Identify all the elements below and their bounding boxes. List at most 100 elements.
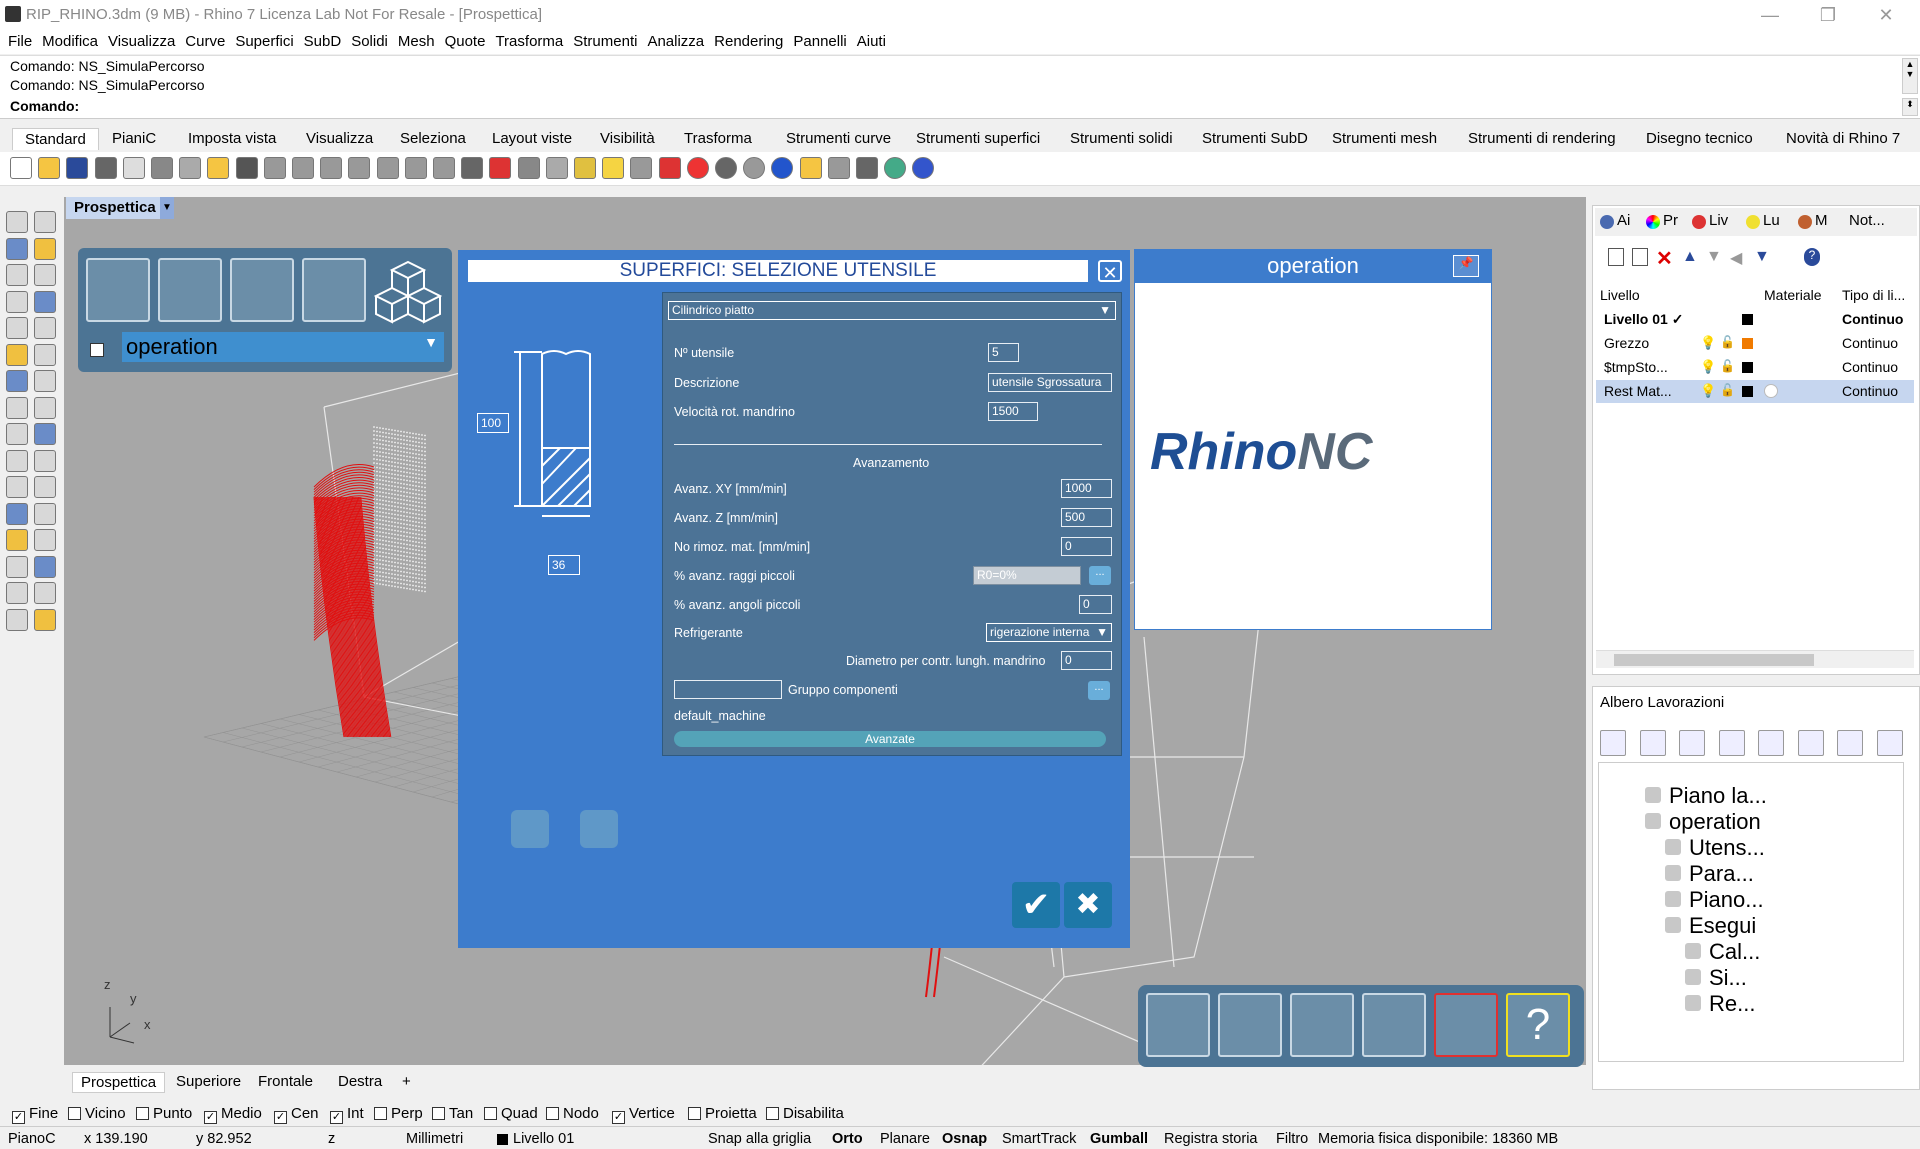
toolbar-tab[interactable]: Strumenti solidi bbox=[1058, 128, 1185, 149]
help-icon[interactable] bbox=[912, 157, 935, 179]
checkbox-checked-icon[interactable]: ✓ bbox=[612, 1111, 625, 1124]
settings-gears-icon[interactable] bbox=[1434, 993, 1498, 1057]
command-prompt[interactable]: Comando: bbox=[10, 98, 79, 114]
select-icon[interactable] bbox=[6, 211, 28, 233]
transform-icon[interactable] bbox=[6, 582, 28, 604]
refrigerante-select[interactable]: rigerazione interna ▼ bbox=[986, 623, 1112, 642]
menu-item[interactable]: Superfici bbox=[231, 31, 297, 52]
panel-tab[interactable]: Pr bbox=[1663, 212, 1678, 229]
lock-icon[interactable]: 🔓 bbox=[1720, 383, 1735, 397]
viewport-tab[interactable]: Destra bbox=[330, 1072, 390, 1091]
car-icon[interactable] bbox=[489, 157, 512, 179]
layer-color-swatch[interactable] bbox=[1742, 386, 1753, 397]
menu-item[interactable]: Pannelli bbox=[789, 31, 850, 52]
zoom-extents-icon[interactable] bbox=[376, 157, 399, 179]
polyline-icon[interactable] bbox=[6, 237, 28, 260]
operation-checkbox[interactable] bbox=[90, 343, 104, 357]
status-orto[interactable]: Orto bbox=[832, 1131, 863, 1147]
sphere-icon[interactable] bbox=[715, 157, 737, 179]
menu-item[interactable]: Visualizza bbox=[104, 31, 179, 52]
ok-button[interactable]: ✔ bbox=[1012, 882, 1060, 928]
zoom-selected-icon[interactable] bbox=[404, 157, 427, 179]
status-gumball[interactable]: Gumball bbox=[1090, 1131, 1148, 1147]
menu-item[interactable]: Analizza bbox=[643, 31, 708, 52]
sphere-tool-icon[interactable] bbox=[34, 396, 56, 419]
text-icon[interactable] bbox=[6, 529, 28, 551]
osnap-option[interactable]: ✓ Medio bbox=[204, 1105, 262, 1124]
viewport-menu-arrow-icon[interactable]: ▼ bbox=[160, 197, 174, 219]
light-icon[interactable] bbox=[602, 157, 625, 179]
toolbar-tab[interactable]: Strumenti SubD bbox=[1190, 128, 1320, 149]
scroll-thumb[interactable] bbox=[1614, 654, 1814, 666]
viewport-tab[interactable]: Frontale bbox=[250, 1072, 321, 1091]
pin-icon[interactable]: 📌 bbox=[1453, 255, 1479, 277]
cut-icon[interactable] bbox=[151, 157, 173, 179]
cutter-icon[interactable] bbox=[1146, 993, 1210, 1057]
osnap-option[interactable]: Vicino bbox=[68, 1105, 126, 1122]
cylinder-icon[interactable] bbox=[6, 396, 28, 419]
toolbar-tab[interactable]: Standard bbox=[12, 128, 99, 150]
paint-icon[interactable] bbox=[34, 608, 56, 631]
viewport-tab[interactable]: Prospettica bbox=[72, 1072, 166, 1093]
polygon-icon[interactable] bbox=[6, 290, 28, 313]
surface-icon[interactable] bbox=[6, 343, 28, 366]
paste-icon[interactable] bbox=[207, 157, 230, 179]
rectangle-icon[interactable] bbox=[34, 290, 56, 313]
menu-item[interactable]: File bbox=[4, 31, 36, 52]
menu-item[interactable]: SubD bbox=[300, 31, 346, 52]
osnap-option[interactable]: Tan bbox=[432, 1105, 473, 1122]
raggi-more-button[interactable]: ... bbox=[1089, 566, 1111, 585]
checkbox-checked-icon[interactable]: ✓ bbox=[274, 1111, 287, 1124]
velocita-input[interactable]: 1500 bbox=[988, 402, 1038, 421]
viewport-title-tab[interactable]: Prospettica bbox=[66, 197, 162, 219]
n-utensile-input[interactable]: 5 bbox=[988, 343, 1019, 362]
boolean-icon[interactable] bbox=[34, 423, 56, 445]
new-file-icon[interactable] bbox=[10, 157, 32, 179]
layer-row[interactable]: $tmpSto... 💡 🔓 Continuo bbox=[1596, 356, 1914, 379]
move-up-icon[interactable]: ▲ bbox=[1682, 248, 1698, 266]
new-operation-icon[interactable] bbox=[86, 258, 150, 322]
osnap-option[interactable]: ✓ Vertice bbox=[612, 1105, 675, 1124]
toolbar-tab[interactable]: Disegno tecnico bbox=[1634, 128, 1765, 149]
cancel-button[interactable]: ✖ bbox=[1064, 882, 1112, 928]
status-snap[interactable]: Snap alla griglia bbox=[708, 1131, 811, 1147]
save-icon[interactable] bbox=[66, 157, 89, 179]
menu-item[interactable]: Solidi bbox=[347, 31, 392, 52]
dimension-icon[interactable] bbox=[34, 529, 56, 551]
lock-icon[interactable]: 🔓 bbox=[1720, 335, 1735, 349]
raggi-input[interactable]: R0=0% bbox=[973, 566, 1081, 585]
layer-color-swatch[interactable] bbox=[1742, 338, 1753, 349]
color-wheel-icon[interactable] bbox=[686, 157, 709, 179]
camera-icon[interactable] bbox=[517, 157, 540, 179]
box-icon[interactable] bbox=[6, 370, 28, 392]
toolbar-tab[interactable]: Visibilità bbox=[588, 128, 667, 149]
dialog-close-button[interactable]: ✕ bbox=[1098, 260, 1122, 283]
toolbar-tab[interactable]: Trasforma bbox=[672, 128, 764, 149]
status-registra[interactable]: Registra storia bbox=[1164, 1131, 1257, 1147]
avanzate-button[interactable]: Avanzate bbox=[674, 731, 1106, 747]
blend-icon[interactable] bbox=[6, 423, 28, 445]
move-down-icon[interactable]: ▼ bbox=[1706, 248, 1722, 266]
lock-icon[interactable]: 🔓 bbox=[1720, 359, 1735, 373]
delete-layer-icon[interactable]: ✕ bbox=[1656, 246, 1673, 271]
gear-icon[interactable] bbox=[827, 157, 850, 179]
zoom-window-icon[interactable] bbox=[348, 157, 371, 179]
status-units[interactable]: Millimetri bbox=[406, 1131, 463, 1147]
toolbar-tab[interactable]: Novità di Rhino 7 bbox=[1774, 128, 1912, 149]
diametro-input[interactable]: 0 bbox=[1061, 651, 1112, 670]
status-smarttrack[interactable]: SmartTrack bbox=[1002, 1131, 1076, 1147]
mesh-icon[interactable] bbox=[6, 608, 28, 631]
help-icon[interactable]: ? bbox=[1506, 993, 1570, 1057]
osnap-option[interactable]: ✓ Int bbox=[330, 1105, 364, 1124]
tool-length-value[interactable]: 100 bbox=[477, 413, 509, 433]
import-icon[interactable] bbox=[122, 157, 145, 179]
pan-icon[interactable] bbox=[263, 157, 286, 179]
zoom-in-icon[interactable] bbox=[1758, 730, 1784, 756]
panel-tab[interactable]: M bbox=[1815, 212, 1828, 229]
menu-item[interactable]: Aiuti bbox=[853, 31, 890, 52]
history-scrollbar[interactable]: ▲ ▼ bbox=[1902, 58, 1918, 94]
group-icon[interactable] bbox=[34, 502, 56, 525]
checkbox-icon[interactable] bbox=[432, 1107, 445, 1120]
tree-node[interactable]: Piano... bbox=[1689, 887, 1764, 913]
bulb-icon[interactable] bbox=[1837, 730, 1863, 756]
